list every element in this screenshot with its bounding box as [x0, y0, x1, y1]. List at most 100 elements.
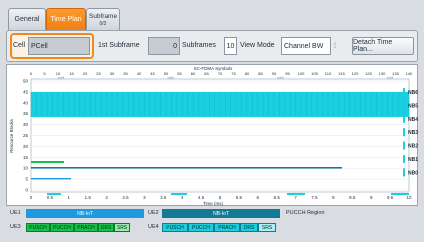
view-mode-dropdown-icon[interactable]: ⋮ [332, 42, 338, 49]
subframes-input[interactable]: 10 [224, 37, 237, 55]
top-tick-label: 100 [298, 71, 305, 76]
legend-ue3-srs: SRS [114, 223, 130, 232]
time-plan-chart: SC-FDMA Symbols 0 5 10 15 20 25 30 35 40 45 50 55 60… [6, 64, 418, 206]
legend-ue4-drs: DRS [240, 223, 258, 232]
y-tick-label: 15 [23, 155, 29, 160]
tab-subframe-sub: 0/2 [99, 20, 107, 27]
top-tick-label: 125 [365, 71, 372, 76]
y-tick-label: 45 [23, 89, 29, 94]
top-tick-label: 140 [406, 71, 413, 76]
x-tick-label: 2.5 [122, 195, 129, 200]
x-tick-label: 4 [181, 195, 184, 200]
view-mode-select[interactable]: Channel BW [281, 37, 331, 55]
first-subframe-input[interactable]: 0 [148, 37, 180, 55]
legend-ue4-srs: SRS [258, 223, 276, 232]
nb-marker [403, 168, 405, 177]
detach-time-plan-button[interactable]: Detach Time Plan... [352, 37, 414, 55]
legend-ue3-pusch: PUSCH [26, 223, 50, 232]
x-tick-label: 0 [30, 195, 33, 200]
legend: UE1 NB-IoT UE2 NB-IoT PUCCH Region UE3 P… [6, 208, 418, 238]
nb-label: NB0 [408, 170, 418, 176]
cell-select[interactable]: PCell [28, 37, 90, 55]
top-tick-label: 45 [150, 71, 155, 76]
top-axis-ticks: 0 5 10 15 20 25 30 35 40 45 50 55 60 65 70 75 80 85 90 95 10… [30, 71, 413, 76]
y-tick-label: 25 [23, 133, 29, 138]
y-axis-ticks: 50454035302520151050 [23, 79, 29, 193]
legend-ue2: UE2 [148, 210, 159, 216]
top-tick-label: 95 [285, 71, 290, 76]
first-subframe-label: 1st Subframe [98, 42, 140, 49]
x-tick-label: 9 [370, 195, 373, 200]
x-tick-label: 3.5 [160, 195, 167, 200]
top-tick-label: 120 [352, 71, 359, 76]
tab-general[interactable]: General [8, 8, 46, 30]
legend-ue4: UE4 [148, 224, 159, 230]
top-tick-label: 110 [325, 71, 332, 76]
legend-ue2-bar: NB-IoT [162, 209, 280, 218]
x-tick-label: 7 [294, 195, 297, 200]
srs-marker-1 [171, 193, 187, 195]
x-tick-label: 9.5 [387, 195, 394, 200]
x-tick-label: 5.5 [236, 195, 243, 200]
nb-label: NB2 [408, 144, 418, 150]
top-tick-label: 20 [83, 71, 88, 76]
ue3-green-bar [31, 161, 64, 163]
top-tick-label: 60 [191, 71, 196, 76]
legend-ue3-drs: DRS [98, 223, 114, 232]
x-tick-label: 8 [332, 195, 335, 200]
legend-ue4-pusch: PUSCH [162, 223, 188, 232]
x-tick-label: 0.5 [47, 195, 54, 200]
nb-label: NB4 [408, 117, 418, 123]
nb-label: NB1 [408, 157, 418, 163]
top-axis-title: SC-FDMA Symbols [194, 66, 234, 71]
tab-subframe[interactable]: Subframe 0/2 [86, 8, 120, 30]
nb-marker [403, 88, 405, 96]
top-tick-label: 105 [311, 71, 318, 76]
x-tick-label: 2 [105, 195, 108, 200]
x-tick-label: 1 [68, 195, 71, 200]
nb-label: NB6 [408, 90, 418, 96]
x-tick-label: 6.5 [274, 195, 281, 200]
y-tick-label: 0 [25, 188, 28, 193]
x-tick-label: 3 [143, 195, 146, 200]
nb-marker [403, 128, 405, 137]
srs-marker-2 [287, 193, 305, 195]
tab-time-plan[interactable]: Time Plan [46, 8, 86, 30]
x-tick-label: 7.5 [311, 195, 318, 200]
y-tick-label: 5 [25, 177, 28, 182]
y-axis-title: Resource Blocks [9, 118, 14, 153]
nb-label: NB3 [408, 130, 418, 136]
x-tick-label: 4.5 [198, 195, 205, 200]
nb-marker [403, 155, 405, 163]
legend-ue3-pucch: PUCCH [50, 223, 74, 232]
srs-marker-0 [47, 193, 61, 195]
legend-ue3: UE3 [10, 224, 21, 230]
top-tick-label: 80 [245, 71, 250, 76]
top-tick-label: 55 [177, 71, 182, 76]
tab-general-label: General [14, 16, 40, 23]
y-tick-label: 30 [23, 122, 29, 127]
legend-ue4-prach: PRACH [214, 223, 240, 232]
x-tick-label: 1.5 [85, 195, 92, 200]
view-mode-label: View Mode [240, 42, 275, 49]
cell-label: Cell [13, 42, 26, 49]
top-tick-label: 5 [43, 71, 46, 76]
nb-marker [403, 101, 405, 110]
ue1-blue-line [31, 178, 71, 180]
legend-ue1-bar: NB-IoT [26, 209, 144, 218]
top-tick-label: 30 [110, 71, 115, 76]
tab-subframe-label: Subframe [88, 12, 118, 20]
nb-marker [403, 141, 405, 150]
tab-time-plan-label: Time Plan [50, 16, 82, 23]
x-tick-label: 8.5 [349, 195, 356, 200]
y-tick-label: 20 [23, 144, 29, 149]
legend-pucch-region: PUCCH Region [286, 210, 325, 216]
time-plan-window: General Time Plan Subframe 0/2 Cell PCel… [0, 0, 424, 242]
top-tick-label: 65 [204, 71, 209, 76]
y-tick-label: 10 [23, 166, 29, 171]
legend-ue1: UE1 [10, 210, 21, 216]
top-tick-label: 25 [96, 71, 101, 76]
srs-marker-3 [391, 193, 409, 195]
y-tick-label: 50 [23, 79, 29, 84]
top-tick-label: 0 [30, 71, 33, 76]
